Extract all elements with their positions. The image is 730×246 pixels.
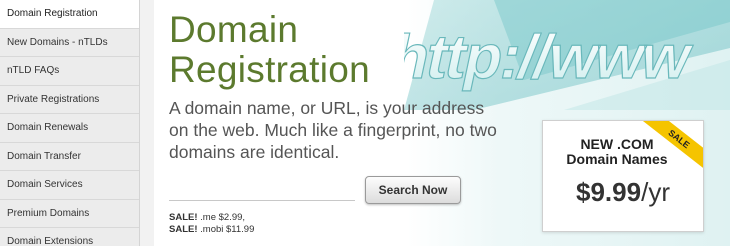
hero-description: A domain name, or URL, is your address o… — [169, 98, 497, 162]
page-title: Domain Registration — [169, 10, 469, 90]
sidebar-item-domain-transfer[interactable]: Domain Transfer — [0, 142, 139, 171]
sale-line: SALE! .me $2.99, — [169, 212, 254, 224]
sidebar-item-private-registrations[interactable]: Private Registrations — [0, 85, 139, 114]
domain-search-input[interactable] — [169, 177, 355, 201]
sidebar-nav: Domain Registration New Domains - nTLDs … — [0, 0, 140, 246]
sale-list: SALE! .me $2.99, SALE! .mobi $11.99 — [169, 212, 254, 235]
sale-text: .mobi $11.99 — [197, 223, 255, 235]
sale-line: SALE! .mobi $11.99 — [169, 224, 254, 236]
sidebar-item-domain-extensions[interactable]: Domain Extensions — [0, 228, 139, 246]
sale-prefix: SALE! — [169, 212, 198, 223]
promo-line2: Domain Names — [566, 151, 668, 167]
sidebar-item-new-domains[interactable]: New Domains - nTLDs — [0, 28, 139, 57]
sidebar-item-domain-renewals[interactable]: Domain Renewals — [0, 114, 139, 143]
promo-price: $9.99/yr — [543, 177, 703, 208]
sidebar-gutter — [140, 0, 154, 246]
sale-prefix: SALE! — [169, 223, 198, 235]
sidebar-item-ntld-faqs[interactable]: nTLD FAQs — [0, 57, 139, 86]
sidebar-item-domain-services[interactable]: Domain Services — [0, 171, 139, 200]
search-now-button[interactable]: Search Now — [365, 176, 461, 204]
promo-price-amount: $9.99 — [576, 177, 642, 207]
page-title-line2: Registration — [169, 49, 371, 90]
promo-price-period: /yr — [641, 177, 670, 207]
sidebar-item-domain-registration[interactable]: Domain Registration — [0, 0, 139, 29]
com-promo-card[interactable]: NEW .COM Domain Names $9.99/yr SALE — [542, 120, 704, 232]
page-title-line1: Domain — [169, 9, 299, 50]
hero-banner: http://www Domain Registration A domain … — [154, 0, 730, 246]
sidebar-item-premium-domains[interactable]: Premium Domains — [0, 199, 139, 228]
sale-text: .me $2.99, — [197, 212, 246, 223]
